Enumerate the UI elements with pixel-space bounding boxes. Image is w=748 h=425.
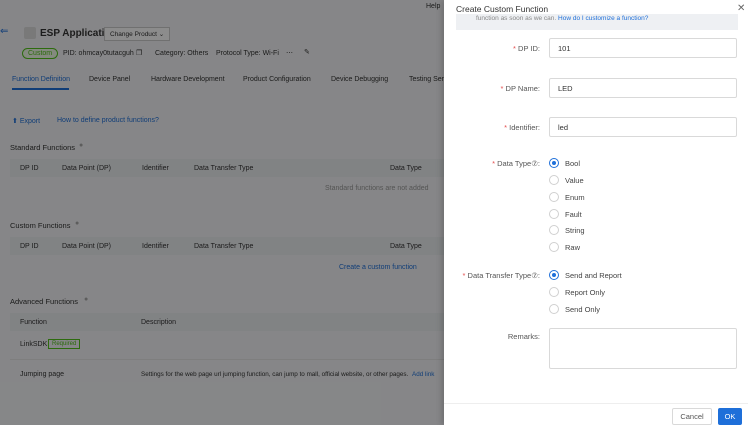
radio-unchecked-icon [549, 304, 559, 314]
radio-string[interactable]: String [549, 225, 585, 235]
radio-unchecked-icon [549, 242, 559, 252]
radio-value[interactable]: Value [549, 175, 584, 185]
close-icon[interactable]: ✕ [737, 3, 745, 14]
notice-box: function as soon as we can. How do I cus… [456, 14, 738, 30]
dp-id-label: * DP ID: [513, 44, 540, 53]
drawer-title: Create Custom Function [456, 4, 549, 14]
radio-raw[interactable]: Raw [549, 242, 580, 252]
customize-help-link[interactable]: How do I customize a function? [558, 15, 648, 22]
footer-divider [444, 403, 748, 404]
radio-send-and-report[interactable]: Send and Report [549, 270, 622, 280]
create-custom-function-drawer: Create Custom Function ✕ function as soo… [444, 0, 748, 425]
radio-unchecked-icon [549, 209, 559, 219]
dp-name-label: * DP Name: [500, 84, 540, 93]
data-type-label: * Data Type⑦: [492, 159, 540, 168]
identifier-label: * Identifier: [504, 123, 540, 132]
radio-report-only[interactable]: Report Only [549, 287, 605, 297]
dp-id-input[interactable]: 101 [549, 38, 737, 58]
radio-checked-icon [549, 158, 559, 168]
remarks-label: Remarks: [507, 332, 540, 341]
identifier-input[interactable]: led [549, 117, 737, 137]
ok-button[interactable]: OK [718, 408, 742, 425]
remarks-textarea[interactable] [549, 328, 737, 369]
transfer-type-label: * Data Transfer Type⑦: [462, 271, 540, 280]
radio-send-only[interactable]: Send Only [549, 304, 600, 314]
radio-fault[interactable]: Fault [549, 209, 582, 219]
radio-bool[interactable]: Bool [549, 158, 580, 168]
radio-unchecked-icon [549, 192, 559, 202]
cancel-button[interactable]: Cancel [672, 408, 712, 425]
radio-unchecked-icon [549, 225, 559, 235]
notice-text: function as soon as we can. [476, 15, 557, 22]
radio-enum[interactable]: Enum [549, 192, 585, 202]
radio-unchecked-icon [549, 287, 559, 297]
modal-overlay[interactable] [0, 0, 444, 425]
dp-name-input[interactable]: LED [549, 78, 737, 98]
radio-checked-icon [549, 270, 559, 280]
radio-unchecked-icon [549, 175, 559, 185]
